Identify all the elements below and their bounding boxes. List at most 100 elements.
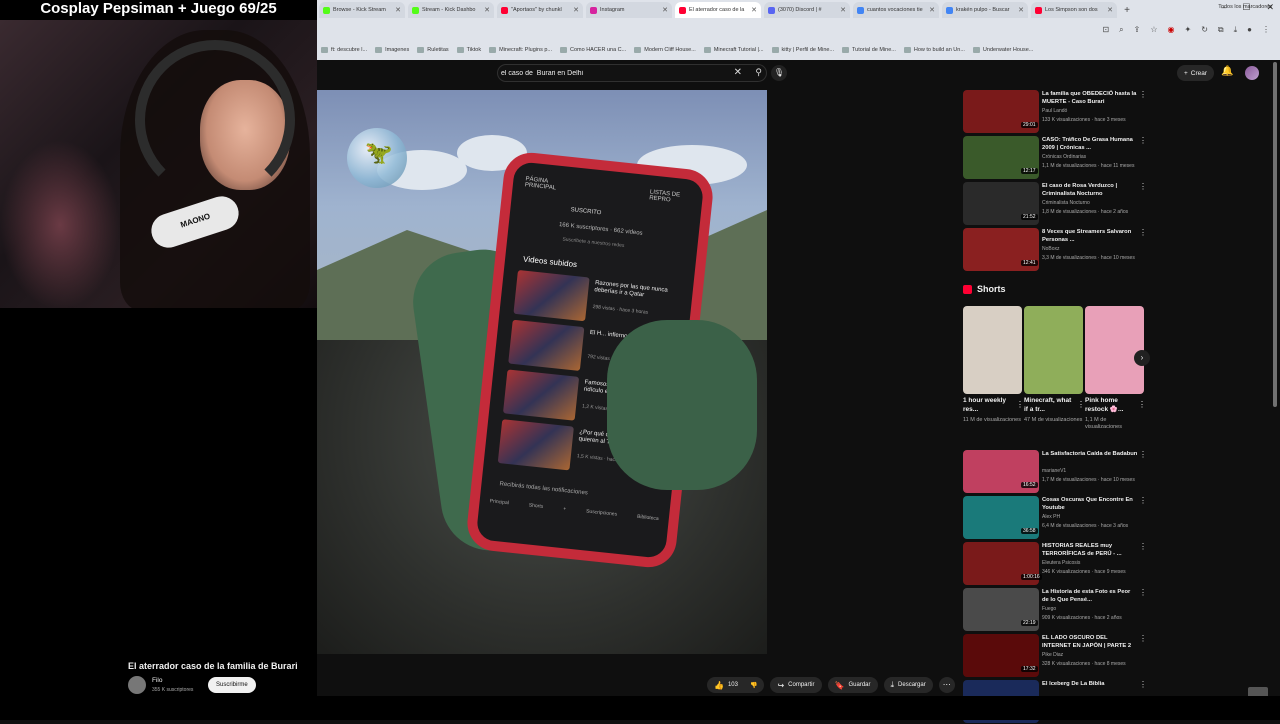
bookmark-item[interactable]: How to build an Un... xyxy=(903,47,965,53)
bookmark-item[interactable]: Tiktok xyxy=(456,47,481,53)
bookmark-item[interactable]: Ruletitas xyxy=(417,47,449,53)
short-title[interactable]: 1 hour weekly res... xyxy=(963,397,1013,415)
shorts-next-chevron-icon[interactable]: › xyxy=(1134,350,1150,366)
video-title[interactable]: El Iceberg De La Biblia xyxy=(1042,680,1138,688)
short-card[interactable]: Minecraft, what if a tr... 47 M de visual… xyxy=(1024,306,1085,424)
tab-close-icon[interactable]: ✕ xyxy=(751,6,757,14)
video-title[interactable]: HISTORIAS REALES muy TERRORÍFICAS de PER… xyxy=(1042,542,1138,559)
extension-icon[interactable]: ✦ xyxy=(1184,25,1191,35)
short-thumbnail[interactable] xyxy=(1085,306,1144,394)
bookmark-star-icon[interactable]: ☆ xyxy=(1150,25,1157,35)
bookmark-item[interactable]: Modern Cliff House... xyxy=(634,47,696,53)
more-actions-icon[interactable]: ⋯ xyxy=(938,677,955,693)
video-title[interactable]: La familia que OBEDECIÓ hasta la MUERTE … xyxy=(1042,90,1138,107)
bookmark-item[interactable]: Minecraft: Plugins p... xyxy=(489,47,552,53)
video-channel[interactable]: Crónicas Ordinarias xyxy=(1042,154,1086,160)
video-channel[interactable]: Alex PH xyxy=(1042,514,1060,520)
bookmark-item[interactable]: Minecraft Tutorial |... xyxy=(703,47,764,53)
search-box[interactable]: ✕ ⚲ xyxy=(497,64,767,82)
channel-avatar[interactable] xyxy=(128,676,146,694)
video-title[interactable]: Cosas Oscuras Que Encontre En Youtube xyxy=(1042,496,1138,513)
extension-opera-icon[interactable]: ◉ xyxy=(1168,25,1175,35)
search-input[interactable] xyxy=(501,69,721,77)
tab-close-icon[interactable]: ✕ xyxy=(662,6,668,14)
profile-icon[interactable]: ● xyxy=(1247,25,1252,35)
clear-search-icon[interactable]: ✕ xyxy=(734,67,742,78)
bookmark-item[interactable]: Imagenes xyxy=(375,47,409,53)
browser-tab[interactable]: El aterrador caso de la ✕ xyxy=(675,2,761,18)
more-options-icon[interactable]: ⋮ xyxy=(1077,400,1085,409)
download-button[interactable]: ⤓ Descargar xyxy=(883,677,933,693)
video-title[interactable]: CASO: Tráfico De Grasa Humana 2009 | Cró… xyxy=(1042,136,1138,153)
short-card[interactable]: 1 hour weekly res... 11 M de visualizacio… xyxy=(963,306,1024,424)
bookmark-item[interactable]: Underwater House... xyxy=(972,47,1033,53)
browser-tab[interactable]: (3070) Discord | # ✕ xyxy=(764,2,850,18)
video-title[interactable]: EL LADO OSCURO DEL INTERNET EN JAPÓN | P… xyxy=(1042,634,1138,651)
recommended-video[interactable]: 16:52 La Satisfactoria Caída de Badabun ma… xyxy=(963,450,1147,494)
refresh-icon[interactable]: ↻ xyxy=(1201,25,1208,35)
menu-icon[interactable]: ⋮ xyxy=(1262,25,1270,35)
more-options-icon[interactable]: ⋮ xyxy=(1138,400,1146,409)
tab-close-icon[interactable]: ✕ xyxy=(1107,6,1113,14)
new-tab-icon[interactable]: + xyxy=(1120,5,1134,16)
like-button[interactable]: 👍 103 👎 xyxy=(707,677,765,693)
browser-tab[interactable]: Stream - Kick Dashbo ✕ xyxy=(408,2,494,18)
more-options-icon[interactable]: ⋮ xyxy=(1139,182,1147,191)
short-title[interactable]: Minecraft, what if a tr... xyxy=(1024,397,1074,415)
create-button[interactable]: + Crear xyxy=(1177,65,1215,81)
browser-tab[interactable]: Browse - Kick Stream ✕ xyxy=(319,2,405,18)
browser-tab[interactable]: Instagram ✕ xyxy=(586,2,672,18)
tab-close-icon[interactable]: ✕ xyxy=(395,6,401,14)
channel-name[interactable]: Filo xyxy=(152,677,162,684)
more-options-icon[interactable]: ⋮ xyxy=(1139,588,1147,597)
install-icon[interactable]: ⊡ xyxy=(1102,25,1109,35)
video-channel[interactable]: Fuego xyxy=(1042,606,1056,612)
recommended-video[interactable]: 12:17 CASO: Tráfico De Grasa Humana 2009 … xyxy=(963,136,1147,180)
tab-close-icon[interactable]: ✕ xyxy=(484,6,490,14)
tab-close-icon[interactable]: ✕ xyxy=(840,6,846,14)
scrollbar-thumb[interactable] xyxy=(1273,62,1277,407)
more-options-icon[interactable]: ⋮ xyxy=(1016,400,1024,409)
browser-tab[interactable]: cuantos vocaciones tie ✕ xyxy=(853,2,939,18)
user-avatar[interactable] xyxy=(1245,66,1259,80)
scrollbar[interactable] xyxy=(1273,62,1278,682)
browser-tab[interactable]: Los Simpson son dos ✕ xyxy=(1031,2,1117,18)
recommended-video[interactable]: 17:32 EL LADO OSCURO DEL INTERNET EN JAPÓ… xyxy=(963,634,1147,678)
video-title[interactable]: La Satisfactoria Caída de Badabun xyxy=(1042,450,1138,458)
more-options-icon[interactable]: ⋮ xyxy=(1139,450,1147,459)
more-options-icon[interactable]: ⋮ xyxy=(1139,542,1147,551)
more-options-icon[interactable]: ⋮ xyxy=(1139,680,1147,689)
notifications-bell-icon[interactable]: 🔔 xyxy=(1221,66,1233,77)
address-bar[interactable]: ⊡ ⌕ ⇪ ☆ ◉ ✦ ↻ ⧉ ⤓ ● ⋮ xyxy=(317,22,1280,40)
short-card[interactable]: Pink home restock 🌸... 1,1 M de visualiza… xyxy=(1085,306,1146,431)
bookmark-item[interactable]: kitty | Perfil de Mine... xyxy=(771,47,834,53)
extensions-icon[interactable]: ⧉ xyxy=(1218,25,1224,35)
save-button[interactable]: 🔖 Guardar xyxy=(827,677,878,693)
tab-close-icon[interactable]: ✕ xyxy=(929,6,935,14)
browser-tab[interactable]: krakén pulpo - Buscar ✕ xyxy=(942,2,1028,18)
more-options-icon[interactable]: ⋮ xyxy=(1139,496,1147,505)
video-channel[interactable]: NoBoxz xyxy=(1042,246,1060,252)
more-options-icon[interactable]: ⋮ xyxy=(1139,228,1147,237)
zoom-icon[interactable]: ⌕ xyxy=(1119,25,1123,35)
share-icon[interactable]: ⇪ xyxy=(1134,25,1141,35)
short-thumbnail[interactable] xyxy=(963,306,1022,394)
video-channel[interactable]: Paul Landó xyxy=(1042,108,1067,114)
video-player[interactable]: 🦖 PÁGINA PRINCIPAL LISTAS DE REPRO SUSCR… xyxy=(317,90,767,654)
recommended-video[interactable]: 29:01 La familia que OBEDECIÓ hasta la MU… xyxy=(963,90,1147,134)
video-title[interactable]: La Historia de esta Foto es Peor de lo Q… xyxy=(1042,588,1138,605)
video-channel[interactable]: Pike Diaz xyxy=(1042,652,1063,658)
bookmark-item[interactable]: Como HACER una C... xyxy=(560,47,626,53)
share-button[interactable]: ↪ Compartir xyxy=(770,677,822,693)
recommended-video[interactable]: 22:19 La Historia de esta Foto es Peor de… xyxy=(963,588,1147,632)
recommended-video[interactable]: 12:41 8 Veces que Streamers Salvaron Pers… xyxy=(963,228,1147,272)
recommended-video[interactable]: 36:58 Cosas Oscuras Que Encontre En Youtu… xyxy=(963,496,1147,540)
voice-search-icon[interactable]: 🎙 xyxy=(771,65,787,81)
more-options-icon[interactable]: ⋮ xyxy=(1139,90,1147,99)
tab-close-icon[interactable]: ✕ xyxy=(1018,6,1024,14)
subscribe-button[interactable]: Suscribirme xyxy=(208,677,256,693)
more-options-icon[interactable]: ⋮ xyxy=(1139,634,1147,643)
bookmark-item[interactable]: Tutorial de Mine... xyxy=(842,47,896,53)
bookmark-item[interactable]: ft: descubre l... xyxy=(321,47,367,53)
video-channel[interactable]: marianeV1 xyxy=(1042,468,1066,474)
